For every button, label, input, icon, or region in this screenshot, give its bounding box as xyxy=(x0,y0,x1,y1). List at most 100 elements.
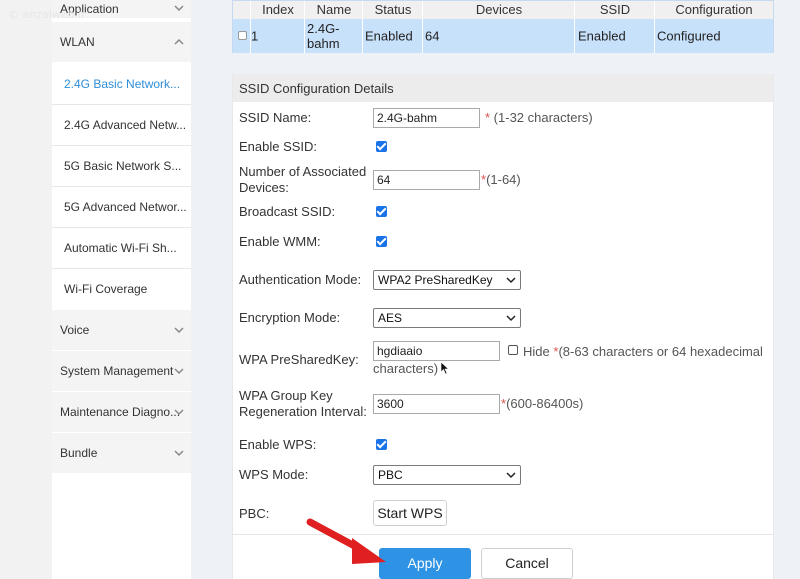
ssid-name-input[interactable]: 2.4G-bahm xyxy=(373,108,480,128)
enable-wmm-label: Enable WMM: xyxy=(239,234,321,249)
broadcast-ssid-label: Broadcast SSID: xyxy=(239,204,336,219)
ssid-name-hint: * (1-32 characters) xyxy=(485,110,593,125)
auth-mode-value: WPA2 PreSharedKey xyxy=(378,273,493,287)
column-header: SSID xyxy=(599,2,631,17)
row-index: 1 xyxy=(251,28,259,44)
menu-group-label: Maintenance Diagno... xyxy=(60,405,181,419)
column-header: Devices xyxy=(475,2,523,17)
column-divider xyxy=(574,1,575,53)
enable-ssid-label: Enable SSID: xyxy=(239,139,318,154)
chevron-down-icon xyxy=(174,409,184,416)
hint-text: (1-32 characters) xyxy=(490,110,593,125)
mouse-cursor-icon xyxy=(440,361,450,375)
wps-mode-label: WPS Mode: xyxy=(239,467,309,482)
hint-text: (600-86400s) xyxy=(506,396,584,411)
label-line: WPA Group Key xyxy=(239,388,333,403)
watermark: © anzalweb.ir xyxy=(8,8,86,21)
auth-mode-select[interactable]: WPA2 PreSharedKey xyxy=(373,270,521,290)
psk-input[interactable]: hgdiaaio xyxy=(373,341,500,361)
menu-group-bundle[interactable]: Bundle xyxy=(52,433,191,473)
sidebar-item-label: 2.4G Advanced Netw... xyxy=(64,118,187,132)
encryption-mode-select[interactable]: AES xyxy=(373,308,521,328)
column-divider xyxy=(422,1,423,53)
group-key-input[interactable]: 3600 xyxy=(373,394,500,414)
menu-group-label: System Management xyxy=(60,364,174,378)
chevron-down-icon xyxy=(506,315,516,322)
table-row[interactable]: 1 2.4G- bahm Enabled 64 Enabled Configur… xyxy=(233,19,773,53)
group-key-hint: *(600-86400s) xyxy=(501,396,583,411)
column-divider xyxy=(654,1,655,53)
enable-wps-checkbox[interactable] xyxy=(376,439,387,450)
sidebar-item-label: 5G Basic Network S... xyxy=(64,159,182,173)
table-header: Index Name Status Devices SSID Configura… xyxy=(233,1,773,19)
wps-mode-select[interactable]: PBC xyxy=(373,465,521,485)
hide-psk-checkbox[interactable] xyxy=(508,345,518,355)
enable-wmm-checkbox[interactable] xyxy=(376,236,387,247)
sidebar-item-5g-advanced[interactable]: 5G Advanced Networ... xyxy=(52,187,191,227)
hint-text: (1-64) xyxy=(486,172,521,187)
column-divider xyxy=(304,1,305,53)
label-line: Number of Associated xyxy=(239,164,367,179)
chevron-down-icon xyxy=(174,450,184,457)
sidebar-item-wifi-coverage[interactable]: Wi-Fi Coverage xyxy=(52,269,191,309)
sidebar-item-label: 5G Advanced Networ... xyxy=(64,200,187,214)
group-key-label: WPA Group Key Regeneration Interval: xyxy=(239,388,367,420)
menu-group-voice[interactable]: Voice xyxy=(52,310,191,350)
pbc-label: PBC: xyxy=(239,506,270,521)
enable-ssid-checkbox[interactable] xyxy=(376,141,387,152)
menu-group-label: WLAN xyxy=(60,35,95,49)
label-line: Regeneration Interval: xyxy=(239,404,367,419)
label-line: Devices: xyxy=(239,180,289,195)
sidebar-item-label: Wi-Fi Coverage xyxy=(64,282,148,296)
menu-group-label: Bundle xyxy=(60,446,98,460)
column-header: Index xyxy=(262,2,294,17)
chevron-down-icon xyxy=(174,327,184,334)
column-divider xyxy=(250,1,251,53)
annotation-arrow-icon xyxy=(306,518,386,564)
column-header: Configuration xyxy=(675,2,753,17)
auth-mode-label: Authentication Mode: xyxy=(239,272,362,287)
row-name-line2: bahm xyxy=(307,36,340,51)
encryption-mode-label: Encryption Mode: xyxy=(239,310,341,325)
row-status: Enabled xyxy=(365,28,413,44)
menu-group-maintenance[interactable]: Maintenance Diagno... xyxy=(52,392,191,432)
panel-header: SSID Configuration Details xyxy=(233,74,773,102)
sidebar-item-24g-advanced[interactable]: 2.4G Advanced Netw... xyxy=(52,105,191,145)
sidebar-item-label: Automatic Wi-Fi Sh... xyxy=(64,241,177,255)
ssid-config-panel: SSID Configuration Details SSID Name: 2.… xyxy=(232,74,774,579)
psk-hint-line2: characters) xyxy=(373,361,439,376)
menu-group-system-management[interactable]: System Management xyxy=(52,351,191,391)
sidebar-item-5g-basic[interactable]: 5G Basic Network S... xyxy=(52,146,191,186)
chevron-down-icon xyxy=(174,368,184,375)
row-name: 2.4G- bahm xyxy=(307,21,340,51)
sidebar-strip xyxy=(0,0,52,579)
chevron-up-icon xyxy=(174,38,184,45)
hint-text: (8-63 characters or 64 hexadecimal xyxy=(558,344,763,359)
ssid-name-label: SSID Name: xyxy=(239,110,312,125)
row-devices: 64 xyxy=(425,28,440,44)
assoc-devices-input[interactable]: 64 xyxy=(373,170,480,190)
hide-label: Hide xyxy=(523,344,550,359)
wps-mode-value: PBC xyxy=(378,468,403,482)
ssid-table: Index Name Status Devices SSID Configura… xyxy=(232,0,774,53)
assoc-devices-label: Number of Associated Devices: xyxy=(239,164,366,196)
psk-hint: Hide *(8-63 characters or 64 hexadecimal xyxy=(523,344,763,359)
cancel-button[interactable]: Cancel xyxy=(481,548,573,579)
sidebar-item-24g-basic[interactable]: 2.4G Basic Network... xyxy=(52,64,191,104)
chevron-down-icon xyxy=(506,277,516,284)
chevron-down-icon xyxy=(506,472,516,479)
broadcast-ssid-checkbox[interactable] xyxy=(376,206,387,217)
row-configuration: Configured xyxy=(657,28,721,44)
column-header: Name xyxy=(316,2,352,17)
menu-group-label: Voice xyxy=(60,323,90,337)
menu-group-wlan[interactable]: WLAN xyxy=(52,22,191,62)
sidebar-item-auto-wifi[interactable]: Automatic Wi-Fi Sh... xyxy=(52,228,191,268)
column-divider xyxy=(362,1,363,53)
row-name-line1: 2.4G- xyxy=(307,21,340,36)
assoc-devices-hint: *(1-64) xyxy=(481,172,521,187)
psk-label: WPA PreSharedKey: xyxy=(239,352,359,367)
enable-wps-label: Enable WPS: xyxy=(239,437,317,452)
sidebar-item-label: 2.4G Basic Network... xyxy=(64,77,181,91)
row-select-checkbox[interactable] xyxy=(238,31,247,40)
row-ssid: Enabled xyxy=(578,28,626,44)
